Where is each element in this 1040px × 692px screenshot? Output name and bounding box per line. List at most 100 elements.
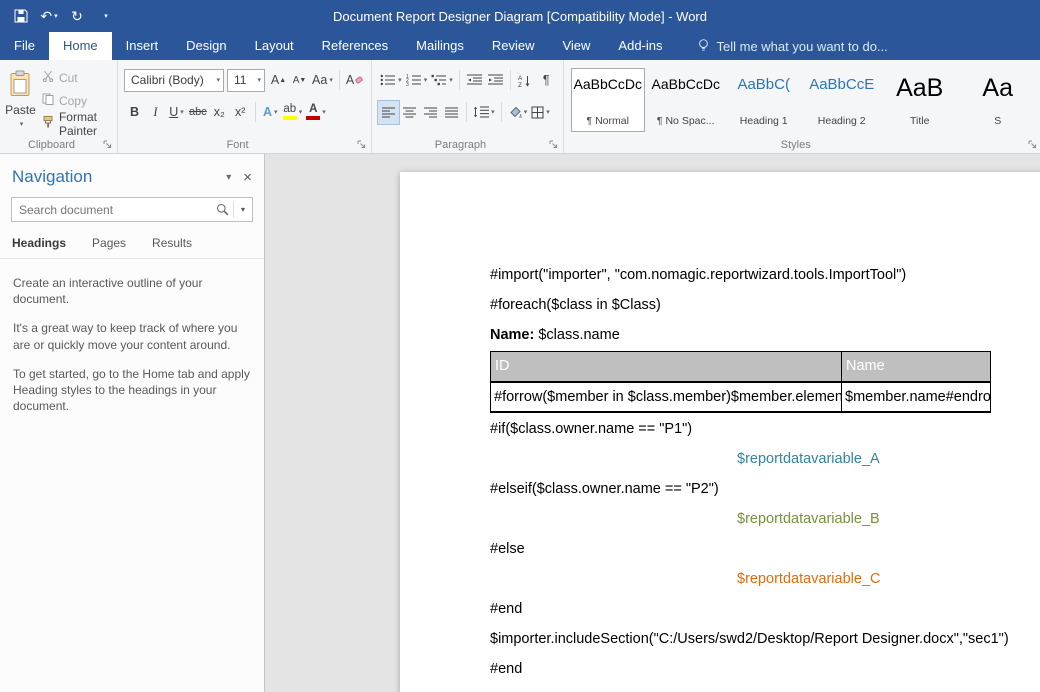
font-family-dropdown-icon: ▾: [217, 76, 221, 84]
document-paragraph: $reportdatavariable_B: [490, 504, 1040, 534]
navigation-pane-title: Navigation: [12, 167, 214, 187]
tab-add-ins[interactable]: Add-ins: [604, 32, 676, 60]
svg-text:3: 3: [406, 82, 409, 86]
superscript-button[interactable]: x²: [230, 101, 251, 124]
undo-icon[interactable]: ↶▾: [36, 3, 62, 29]
tab-insert[interactable]: Insert: [112, 32, 173, 60]
cut-button[interactable]: Cut: [38, 66, 114, 89]
tab-design[interactable]: Design: [172, 32, 240, 60]
search-options-icon[interactable]: ▾: [234, 205, 252, 214]
multilevel-list-button[interactable]: ▾: [429, 69, 455, 92]
justify-button[interactable]: [441, 101, 462, 124]
clipboard-dialog-launcher-icon[interactable]: [103, 140, 113, 150]
tab-mailings[interactable]: Mailings: [402, 32, 478, 60]
bullets-button[interactable]: ▾: [378, 69, 404, 92]
increase-indent-button[interactable]: [485, 69, 506, 92]
scissors-icon: [42, 70, 54, 85]
underline-button[interactable]: U▾: [166, 101, 187, 124]
tab-view[interactable]: View: [548, 32, 604, 60]
tab-layout[interactable]: Layout: [241, 32, 308, 60]
save-icon[interactable]: [8, 3, 34, 29]
bold-button[interactable]: B: [124, 101, 145, 124]
window-title: Document Report Designer Diagram [Compat…: [0, 9, 1040, 24]
sort-button[interactable]: AZ: [515, 69, 536, 92]
numbering-button[interactable]: 123 ▾: [404, 69, 430, 92]
grow-font-button[interactable]: A▲: [268, 69, 289, 92]
nav-tab-headings[interactable]: Headings: [12, 236, 66, 258]
paragraph-group: ▾ 123 ▾ ▾ AZ: [372, 60, 564, 153]
font-size-dropdown-icon: ▾: [258, 76, 262, 84]
style-no-spac[interactable]: AaBbCcDc¶ No Spac...: [649, 68, 723, 132]
style-s[interactable]: AaS: [961, 68, 1035, 132]
font-dialog-launcher-icon[interactable]: [357, 140, 367, 150]
styles-dialog-launcher-icon[interactable]: [1028, 140, 1038, 150]
decrease-indent-button[interactable]: [464, 69, 485, 92]
page-content: #import("importer", "com.nomagic.reportw…: [400, 172, 1040, 684]
navigation-hint-text: Create an interactive outline of your do…: [13, 275, 251, 307]
style-normal[interactable]: AaBbCcDc¶ Normal: [571, 68, 645, 132]
italic-button[interactable]: I: [145, 101, 166, 124]
align-left-button[interactable]: [378, 101, 399, 124]
change-case-button[interactable]: Aa▾: [310, 69, 335, 92]
paragraph-dialog-launcher-icon[interactable]: [549, 140, 559, 150]
svg-text:Z: Z: [518, 82, 522, 87]
style-preview: Aa: [982, 76, 1013, 101]
navigation-close-icon[interactable]: ×: [243, 169, 252, 186]
style-heading-2[interactable]: AaBbCcEHeading 2: [805, 68, 879, 132]
nav-tab-pages[interactable]: Pages: [92, 236, 126, 258]
document-area: #import("importer", "com.nomagic.reportw…: [265, 154, 1040, 692]
font-size-value: 11: [234, 73, 253, 87]
tell-me-box[interactable]: Tell me what you want to do...: [683, 32, 902, 60]
borders-button[interactable]: ▾: [529, 101, 552, 124]
text-effects-button[interactable]: A▾: [260, 101, 281, 124]
highlight-color-button[interactable]: ab ▾: [281, 101, 305, 124]
align-right-button[interactable]: [420, 101, 441, 124]
shading-button[interactable]: ▾: [506, 101, 530, 124]
font-group-label: Font: [118, 139, 357, 151]
format-painter-button[interactable]: Format Painter: [38, 112, 114, 135]
clear-formatting-button[interactable]: A: [344, 69, 365, 92]
styles-gallery: AaBbCcDc¶ NormalAaBbCcDc¶ No Spac...AaBb…: [567, 64, 1039, 136]
tab-review[interactable]: Review: [478, 32, 549, 60]
main-area: Navigation ▾ × ▾ Headings Pages Results Cr…: [0, 154, 1040, 692]
table-cell: $member.name#endrow: [842, 382, 991, 412]
search-icon[interactable]: [211, 203, 233, 216]
search-input[interactable]: [12, 203, 211, 217]
document-page[interactable]: #import("importer", "com.nomagic.reportw…: [400, 172, 1040, 692]
style-heading-1[interactable]: AaBbC( Heading 1: [727, 68, 801, 132]
quick-access-toolbar: ↶▾ ↻ ▾: [0, 3, 118, 29]
style-preview: AaBbC(: [737, 76, 790, 93]
search-box[interactable]: ▾: [11, 197, 253, 222]
font-color-swatch: [306, 116, 320, 120]
clipboard-icon: [9, 70, 31, 100]
line-spacing-button[interactable]: ▾: [471, 101, 497, 124]
ribbon-tabs: FileHomeInsertDesignLayoutReferencesMail…: [0, 32, 677, 60]
paragraph-group-label: Paragraph: [372, 139, 549, 151]
styles-group-label: Styles: [564, 139, 1028, 151]
style-name: Heading 1: [740, 115, 788, 127]
navigation-options-icon[interactable]: ▾: [226, 172, 231, 183]
document-paragraph: Name: $class.name: [490, 320, 1040, 350]
document-paragraph: #foreach($class in $Class): [490, 290, 1040, 320]
shrink-font-button[interactable]: A▼: [289, 69, 310, 92]
font-color-button[interactable]: A ▾: [304, 101, 328, 124]
paste-button[interactable]: Paste ▾: [3, 64, 38, 134]
subscript-button[interactable]: x₂: [209, 101, 230, 124]
customize-quick-access-icon[interactable]: ▾: [92, 3, 118, 29]
style-title[interactable]: AaBTitle: [883, 68, 957, 132]
strikethrough-button[interactable]: abc: [187, 101, 209, 124]
font-family-combo[interactable]: Calibri (Body) ▾: [124, 69, 224, 92]
lightbulb-icon: [697, 38, 710, 55]
show-paragraph-marks-button[interactable]: ¶: [536, 69, 557, 92]
titlebar: ↶▾ ↻ ▾ Document Report Designer Diagram …: [0, 0, 1040, 32]
table-cell: #forrow($member in $class.member)$member…: [491, 382, 842, 412]
redo-icon[interactable]: ↻: [64, 3, 90, 29]
tab-references[interactable]: References: [308, 32, 402, 60]
tab-home[interactable]: Home: [49, 32, 112, 60]
font-size-combo[interactable]: 11 ▾: [227, 69, 265, 92]
align-center-button[interactable]: [399, 101, 420, 124]
style-preview: AaBbCcE: [809, 76, 874, 93]
style-name: ¶ Normal: [587, 115, 629, 127]
nav-tab-results[interactable]: Results: [152, 236, 192, 258]
tab-file[interactable]: File: [0, 32, 49, 60]
